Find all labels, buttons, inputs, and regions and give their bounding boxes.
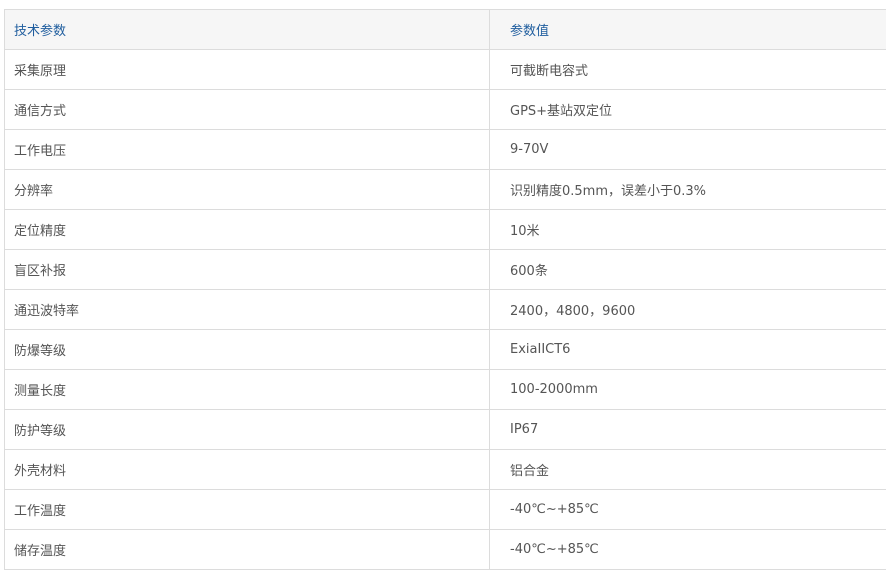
param-value-cell: 可截断电容式 — [489, 49, 886, 90]
table-row: 定位精度 10米 — [4, 209, 886, 250]
param-value-cell: IP67 — [489, 409, 886, 450]
param-name-cell: 工作温度 — [4, 489, 490, 530]
table-row: 防护等级 IP67 — [4, 409, 886, 450]
table-row: 采集原理 可截断电容式 — [4, 49, 886, 90]
param-name-cell: 盲区补报 — [4, 249, 490, 290]
table-row: 分辨率 识别精度0.5mm，误差小于0.3% — [4, 169, 886, 210]
param-name-cell: 防爆等级 — [4, 329, 490, 370]
table-header-row: 技术参数 参数值 — [4, 9, 886, 50]
param-value-cell: -40℃~+85℃ — [489, 529, 886, 570]
spec-table-body: 技术参数 参数值 采集原理 可截断电容式 通信方式 GPS+基站双定位 工作电压 9-70… — [4, 9, 886, 570]
table-row: 通信方式 GPS+基站双定位 — [4, 89, 886, 130]
param-name-cell: 工作电压 — [4, 129, 490, 170]
table-row: 测量长度 100-2000mm — [4, 369, 886, 410]
param-name-cell: 通信方式 — [4, 89, 490, 130]
param-value-cell: 600条 — [489, 249, 886, 290]
param-value-cell: 2400，4800，9600 — [489, 289, 886, 330]
param-value-cell: GPS+基站双定位 — [489, 89, 886, 130]
spec-table: 技术参数 参数值 采集原理 可截断电容式 通信方式 GPS+基站双定位 工作电压 9-70… — [4, 9, 886, 570]
header-param: 技术参数 — [4, 9, 490, 50]
param-value-cell: 10米 — [489, 209, 886, 250]
table-row: 盲区补报 600条 — [4, 249, 886, 290]
table-row: 工作温度 -40℃~+85℃ — [4, 489, 886, 530]
param-name-cell: 分辨率 — [4, 169, 490, 210]
table-row: 工作电压 9-70V — [4, 129, 886, 170]
param-value-cell: -40℃~+85℃ — [489, 489, 886, 530]
param-name-cell: 外壳材料 — [4, 449, 490, 490]
table-row: 外壳材料 铝合金 — [4, 449, 886, 490]
param-name-cell: 储存温度 — [4, 529, 490, 570]
table-row: 防爆等级 ExiaIICT6 — [4, 329, 886, 370]
param-value-cell: ExiaIICT6 — [489, 329, 886, 370]
param-name-cell: 防护等级 — [4, 409, 490, 450]
param-value-cell: 铝合金 — [489, 449, 886, 490]
header-value: 参数值 — [489, 9, 886, 50]
param-name-cell: 测量长度 — [4, 369, 490, 410]
param-value-cell: 识别精度0.5mm，误差小于0.3% — [489, 169, 886, 210]
param-value-cell: 100-2000mm — [489, 369, 886, 410]
table-row: 通迅波特率 2400，4800，9600 — [4, 289, 886, 330]
param-name-cell: 采集原理 — [4, 49, 490, 90]
param-name-cell: 定位精度 — [4, 209, 490, 250]
table-row: 储存温度 -40℃~+85℃ — [4, 529, 886, 570]
param-name-cell: 通迅波特率 — [4, 289, 490, 330]
param-value-cell: 9-70V — [489, 129, 886, 170]
page: 技术参数 参数值 采集原理 可截断电容式 通信方式 GPS+基站双定位 工作电压 9-70… — [0, 0, 886, 582]
